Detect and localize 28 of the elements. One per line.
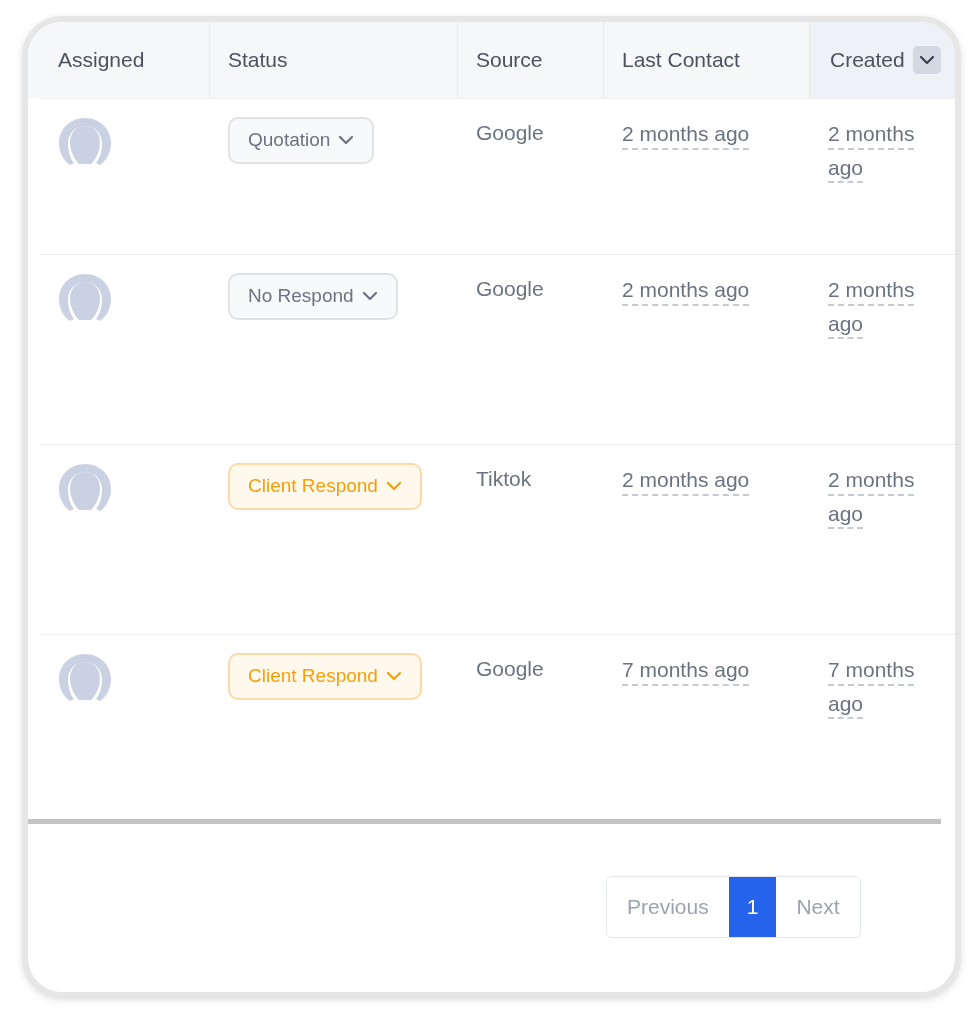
scrollbar[interactable] — [28, 819, 941, 824]
date-text: 2 months ago — [828, 121, 916, 181]
avatar-icon — [58, 463, 112, 513]
status-dropdown[interactable]: No Respond — [228, 273, 398, 320]
date-text: 2 months ago — [622, 121, 751, 147]
date-text: 2 months ago — [622, 467, 751, 493]
caret-icon — [385, 671, 402, 682]
status-dropdown[interactable]: Quotation — [228, 117, 375, 164]
date-text: 2 months ago — [622, 277, 751, 303]
date-text: 7 months ago — [828, 657, 916, 717]
caret-icon — [338, 135, 355, 146]
date-text: 7 months ago — [622, 657, 751, 683]
source-text: Google — [458, 98, 604, 254]
date-text: 2 months ago — [828, 277, 916, 337]
page-button[interactable]: 1 — [728, 877, 777, 937]
column-header[interactable]: Source — [458, 22, 604, 98]
caret-icon — [361, 291, 378, 302]
column-header[interactable]: Last Contact — [604, 22, 810, 98]
avatar-icon — [58, 273, 112, 323]
source-text: Google — [458, 254, 604, 444]
source-text: Tiktok — [458, 444, 604, 634]
column-header[interactable]: Assigned — [40, 22, 210, 98]
date-text: 2 months ago — [828, 467, 916, 527]
avatar-icon — [58, 117, 112, 167]
column-header[interactable]: Status — [210, 22, 458, 98]
avatar-icon — [58, 653, 112, 703]
caret-icon — [385, 481, 402, 492]
sort-icon[interactable] — [912, 46, 941, 74]
